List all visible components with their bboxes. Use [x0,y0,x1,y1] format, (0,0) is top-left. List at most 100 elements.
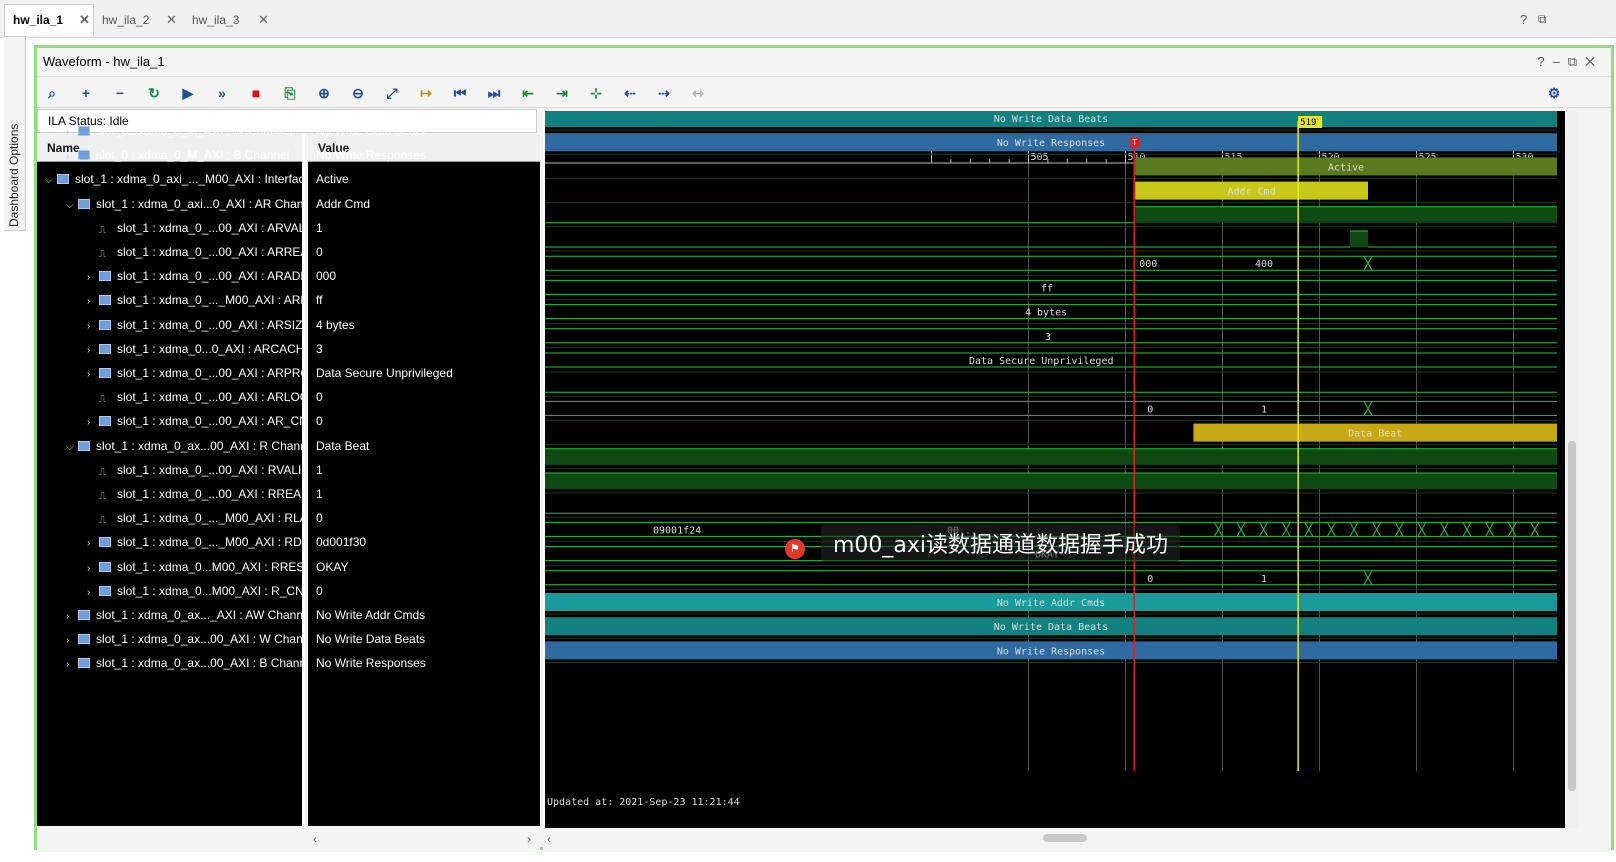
run-trigger-icon[interactable]: ▶ [179,84,197,102]
signal-row[interactable]: ⎍ slot_1 : xdma_0_...00_AXI : RREADY [87,484,305,504]
signal-row[interactable]: › slot_1 : xdma_0_...00_AXI : ARPROT [87,363,305,383]
bus-icon [99,368,111,378]
signal-row[interactable]: › slot_1 : xdma_0_...00_AXI : ARADDR [87,266,305,286]
chevron-down-icon[interactable]: ⌵ [45,171,57,189]
search-icon[interactable]: ⌕ [43,84,61,102]
wave-hscrollbar[interactable]: ‹ [543,828,1611,852]
waveform-svg: 505510515520525530535540545550No Write D… [545,109,1616,808]
bus-icon [57,174,69,185]
signal-value: Addr Cmd [316,194,538,214]
scroll-left-icon[interactable]: ‹ [313,832,317,846]
chevron-right-icon[interactable]: › [66,655,78,673]
goto-cursor-icon[interactable]: ↦ [417,84,435,102]
tab-hw_ila_3[interactable]: hw_ila_3 ✕ [184,6,274,34]
signal-value: No Write Responses [316,145,538,165]
signal-row[interactable]: › slot_1 : xdma_0...M00_AXI : RRESP [87,557,305,577]
signal-row[interactable]: › slot_1 : xdma_0...M00_AXI : R_CNT [87,581,305,601]
remove-icon[interactable]: − [111,84,129,102]
zoom-fit-icon[interactable]: ⤢ [383,84,401,102]
refresh-icon[interactable]: ↻ [145,84,163,102]
vertical-scroll-thumb[interactable] [1568,441,1576,791]
export-icon[interactable]: ⎘ [281,84,299,102]
bus-transition [1530,522,1540,537]
goto-start-icon[interactable]: ⏮ [451,84,469,102]
add-icon[interactable]: + [77,84,95,102]
signal-row[interactable]: ⎍ slot_1 : xdma_0_...00_AXI : RVALID [87,460,305,480]
panel-window-controls[interactable]: ?–⧉✕ [1537,54,1603,70]
prev-transition-icon[interactable]: ⇤ [519,84,537,102]
chevron-right-icon[interactable]: › [66,147,78,165]
chevron-right-icon[interactable]: › [87,413,99,431]
signal-row[interactable]: ⎍ slot_1 : xdma_0_..._M00_AXI : RLAST [87,508,305,528]
waveform-area[interactable]: 505510515520525530535540545550No Write D… [543,109,1616,829]
swap-cursors-icon: ⇿ [692,85,704,101]
tab-hw_ila_2[interactable]: hw_ila_2 ✕ [94,6,182,34]
wire-icon: ⎍ [99,249,106,260]
signal-row[interactable]: › slot_1 : xdma_0_...00_AXI : AR_CNT [87,411,305,431]
wire-icon: ⎍ [99,224,106,236]
wave-scroll-left-icon[interactable]: ‹ [547,832,551,846]
signal-row[interactable]: ⌵ slot_1 : xdma_0_axi...0_AXI : AR Channe… [66,194,305,214]
signal-row[interactable]: › slot_1 : xdma_0...0_AXI : ARCACHE [87,339,305,359]
bus-transition [1363,401,1373,416]
tab-hw_ila_1[interactable]: hw_ila_1 ✕ [4,4,94,36]
signal-row[interactable]: ⌵ slot_1 : xdma_0_axi_..._M00_AXI : Inter… [45,169,305,189]
chevron-right-icon[interactable]: › [87,317,99,335]
run-immediate-icon[interactable]: » [213,84,231,102]
signal-value-text: 0 [316,583,323,598]
vertical-scrollbar[interactable] [1565,111,1579,829]
chevron-right-icon[interactable]: › [66,123,78,141]
chevron-down-icon[interactable]: ⌵ [66,196,78,214]
signal-row[interactable]: ⎍ slot_1 : xdma_0_...00_AXI : ARLOCK [87,387,305,407]
bus-value-label: 3 [1045,332,1051,343]
waveform-panel: Waveform - hw_ila_1 ?–⧉✕ ⌕ + − ↻ ▶ » ■ ⎘… [34,45,1616,852]
signal-row[interactable]: › slot_0 : xdma_0_M_AXI : W Channel [66,121,305,141]
chevron-right-icon[interactable]: › [87,583,99,601]
chevron-right-icon[interactable]: › [87,534,99,552]
prev-marker-icon[interactable]: ⇠ [621,84,639,102]
chevron-right-icon[interactable]: › [87,559,99,577]
help-icon[interactable]: ? [1520,12,1527,27]
signal-name: slot_1 : xdma_0...M00_AXI : RRESP [117,559,305,574]
bus-icon [78,610,90,620]
dashboard-options-sidebar[interactable]: Dashboard Options [4,36,26,231]
chevron-right-icon[interactable]: › [87,365,99,383]
close-icon[interactable]: ✕ [258,6,269,34]
chevron-right-icon[interactable]: › [87,292,99,310]
chevron-right-icon[interactable]: › [87,268,99,286]
signal-row[interactable]: › slot_1 : xdma_0_ax...00_AXI : W Channel [66,629,305,649]
signal-value: Data Beat [316,436,538,456]
close-icon[interactable]: ✕ [79,5,90,35]
bus-value-label: No Write Addr Cmds [997,598,1105,609]
goto-end-icon[interactable]: ⏭ [485,84,503,102]
signal-row[interactable]: › slot_1 : xdma_0_..._M00_AXI : RDATA [87,532,305,552]
signal-row[interactable]: › slot_1 : xdma_0_ax..._AXI : AW Channel [66,605,305,625]
close-icon[interactable]: ✕ [166,6,177,34]
signal-row[interactable]: › slot_1 : xdma_0_..._M00_AXI : ARLEN [87,290,305,310]
chevron-down-icon[interactable]: ⌵ [66,438,78,456]
zoom-out-icon[interactable]: ⊖ [349,84,367,102]
signal-row[interactable]: ⎍ slot_1 : xdma_0_...00_AXI : ARVALID [87,218,305,238]
chevron-right-icon[interactable]: › [87,341,99,359]
chevron-right-icon[interactable]: › [66,607,78,625]
signal-row[interactable]: › slot_0 : xdma_0_M_AXI : B Channel [66,145,305,165]
wave-scroll-thumb[interactable] [1043,834,1087,842]
next-marker-icon[interactable]: ⇢ [655,84,673,102]
next-transition-icon[interactable]: ⇥ [553,84,571,102]
signal-value: No Write Data Beats [316,629,538,649]
gear-icon[interactable]: ⚙ [1545,84,1563,102]
bus-transition [1372,522,1382,537]
scroll-right-icon[interactable]: › [527,832,531,846]
add-marker-icon[interactable]: ⊹ [587,84,605,102]
signal-value-text: 1 [316,220,323,235]
signal-row[interactable]: ⎍ slot_1 : xdma_0_...00_AXI : ARREADY [87,242,305,262]
signal-row[interactable]: ⌵ slot_1 : xdma_0_ax...00_AXI : R Channel [66,436,305,456]
names-hscrollbar[interactable]: ‹ › [37,828,540,852]
restore-icon[interactable]: ⧉ [1538,12,1547,27]
chevron-right-icon[interactable]: › [66,631,78,649]
zoom-in-icon[interactable]: ⊕ [315,84,333,102]
signal-row[interactable]: › slot_1 : xdma_0_ax...00_AXI : B Channel [66,653,305,673]
stop-icon[interactable]: ■ [247,84,265,102]
signal-row[interactable]: › slot_1 : xdma_0_...00_AXI : ARSIZE [87,315,305,335]
bus-value-label: No Write Responses [997,646,1105,657]
